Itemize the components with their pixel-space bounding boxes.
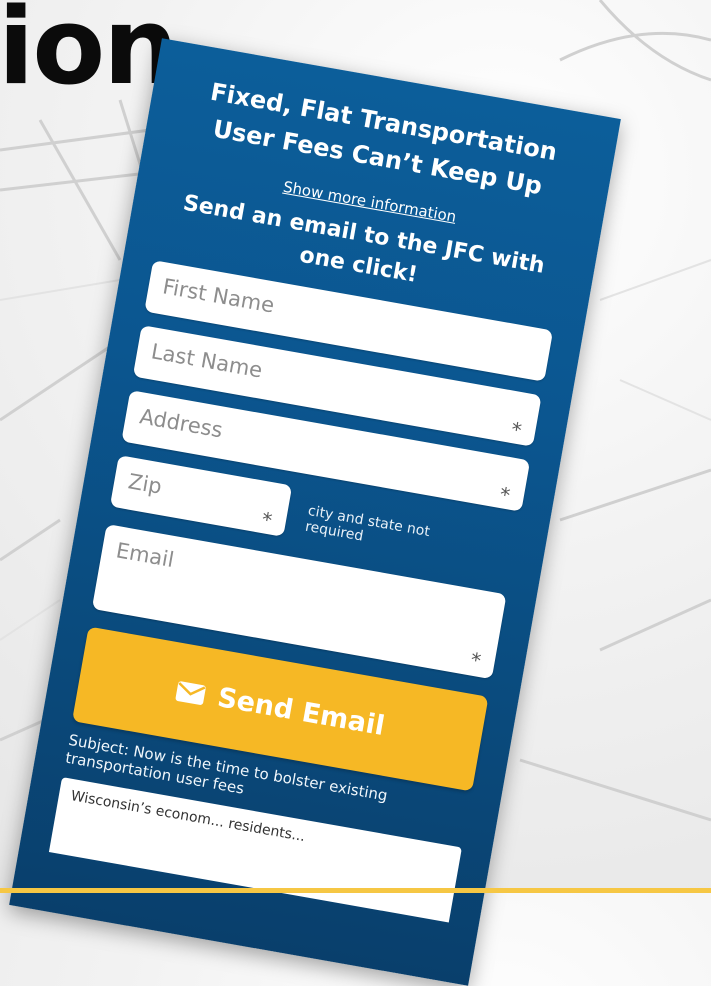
required-marker: * [468, 647, 483, 673]
bottom-accent-bar [0, 888, 711, 893]
zip-field[interactable]: Zip * [109, 454, 293, 537]
last-name-placeholder: Last Name [149, 338, 265, 383]
zip-helper-text: city and state not required [303, 502, 432, 545]
send-email-label: Send Email [215, 682, 387, 743]
required-marker: * [497, 481, 512, 507]
address-placeholder: Address [137, 403, 225, 443]
required-marker: * [509, 416, 524, 442]
first-name-placeholder: First Name [160, 273, 277, 318]
required-marker: * [259, 506, 274, 533]
envelope-icon [175, 679, 208, 706]
email-placeholder: Email [114, 537, 176, 572]
zip-placeholder: Zip [126, 468, 164, 499]
page-headline-fragment: ion [0, 0, 179, 108]
